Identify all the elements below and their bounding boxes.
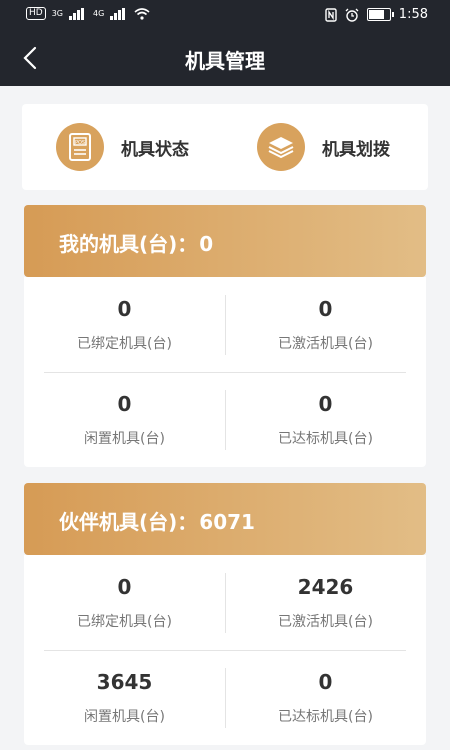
stat-qualified[interactable]: 0 已达标机具(台) <box>225 670 426 726</box>
stat-label: 已达标机具(台) <box>278 431 373 447</box>
stat-idle[interactable]: 3645 闲置机具(台) <box>24 670 225 726</box>
stack-layers-icon <box>257 123 305 171</box>
clock-time: 1:58 <box>398 7 428 22</box>
divider <box>44 372 406 373</box>
stat-activated[interactable]: 0 已激活机具(台) <box>225 297 426 353</box>
network-3g-label: 3G <box>51 9 63 18</box>
stat-label: 闲置机具(台) <box>84 709 165 725</box>
stat-value: 2426 <box>297 575 354 599</box>
stat-label: 已绑定机具(台) <box>77 614 172 630</box>
stat-value: 0 <box>318 297 333 321</box>
stat-label: 已激活机具(台) <box>278 336 373 352</box>
partner-devices-total: 6071 <box>199 510 255 534</box>
stat-label: 闲置机具(台) <box>84 431 165 447</box>
stat-label: 已激活机具(台) <box>278 614 373 630</box>
stat-value: 0 <box>117 575 132 599</box>
svg-text:POS: POS <box>75 140 85 146</box>
pos-terminal-icon: POS <box>56 123 104 171</box>
partner-devices-stats: 0 已绑定机具(台) 2426 已激活机具(台) 3645 闲置机具(台) 0 … <box>24 555 426 745</box>
my-devices-stats: 0 已绑定机具(台) 0 已激活机具(台) 0 闲置机具(台) 0 已达标机具(… <box>24 277 426 467</box>
signal-icon <box>69 7 87 20</box>
my-devices-total: 0 <box>199 232 214 256</box>
nav-bar: 机具管理 <box>0 30 450 86</box>
device-status-label: 机具状态 <box>121 139 189 160</box>
battery-icon <box>366 8 394 21</box>
stat-value: 0 <box>318 670 333 694</box>
hd-badge: HD <box>26 7 46 20</box>
device-status-button[interactable]: POS 机具状态 <box>56 123 189 171</box>
stat-value: 3645 <box>96 670 153 694</box>
quick-actions-card: POS 机具状态 机具划拨 <box>22 104 428 190</box>
status-bar: HD 3G 4G 1:58 <box>0 0 450 30</box>
partner-devices-header: 伙伴机具(台)： 6071 <box>24 483 426 555</box>
signal-icon-2 <box>110 7 128 20</box>
stat-qualified[interactable]: 0 已达标机具(台) <box>225 392 426 448</box>
divider <box>44 650 406 651</box>
stat-value: 0 <box>318 392 333 416</box>
my-devices-header: 我的机具(台)： 0 <box>24 205 426 277</box>
stat-idle[interactable]: 0 闲置机具(台) <box>24 392 225 448</box>
device-transfer-button[interactable]: 机具划拨 <box>257 123 390 171</box>
stat-value: 0 <box>117 297 132 321</box>
stat-bound[interactable]: 0 已绑定机具(台) <box>24 297 225 353</box>
stat-bound[interactable]: 0 已绑定机具(台) <box>24 575 225 631</box>
partner-devices-title: 伙伴机具(台)： <box>59 510 198 534</box>
page-title: 机具管理 <box>185 49 265 73</box>
network-4g-label: 4G <box>93 9 105 18</box>
wifi-icon <box>134 7 150 20</box>
my-devices-title: 我的机具(台)： <box>59 232 198 256</box>
stat-activated[interactable]: 2426 已激活机具(台) <box>225 575 426 631</box>
nfc-icon <box>325 7 337 22</box>
alarm-icon <box>345 8 359 22</box>
stat-label: 已绑定机具(台) <box>77 336 172 352</box>
stat-label: 已达标机具(台) <box>278 709 373 725</box>
stat-value: 0 <box>117 392 132 416</box>
device-transfer-label: 机具划拨 <box>322 139 390 160</box>
